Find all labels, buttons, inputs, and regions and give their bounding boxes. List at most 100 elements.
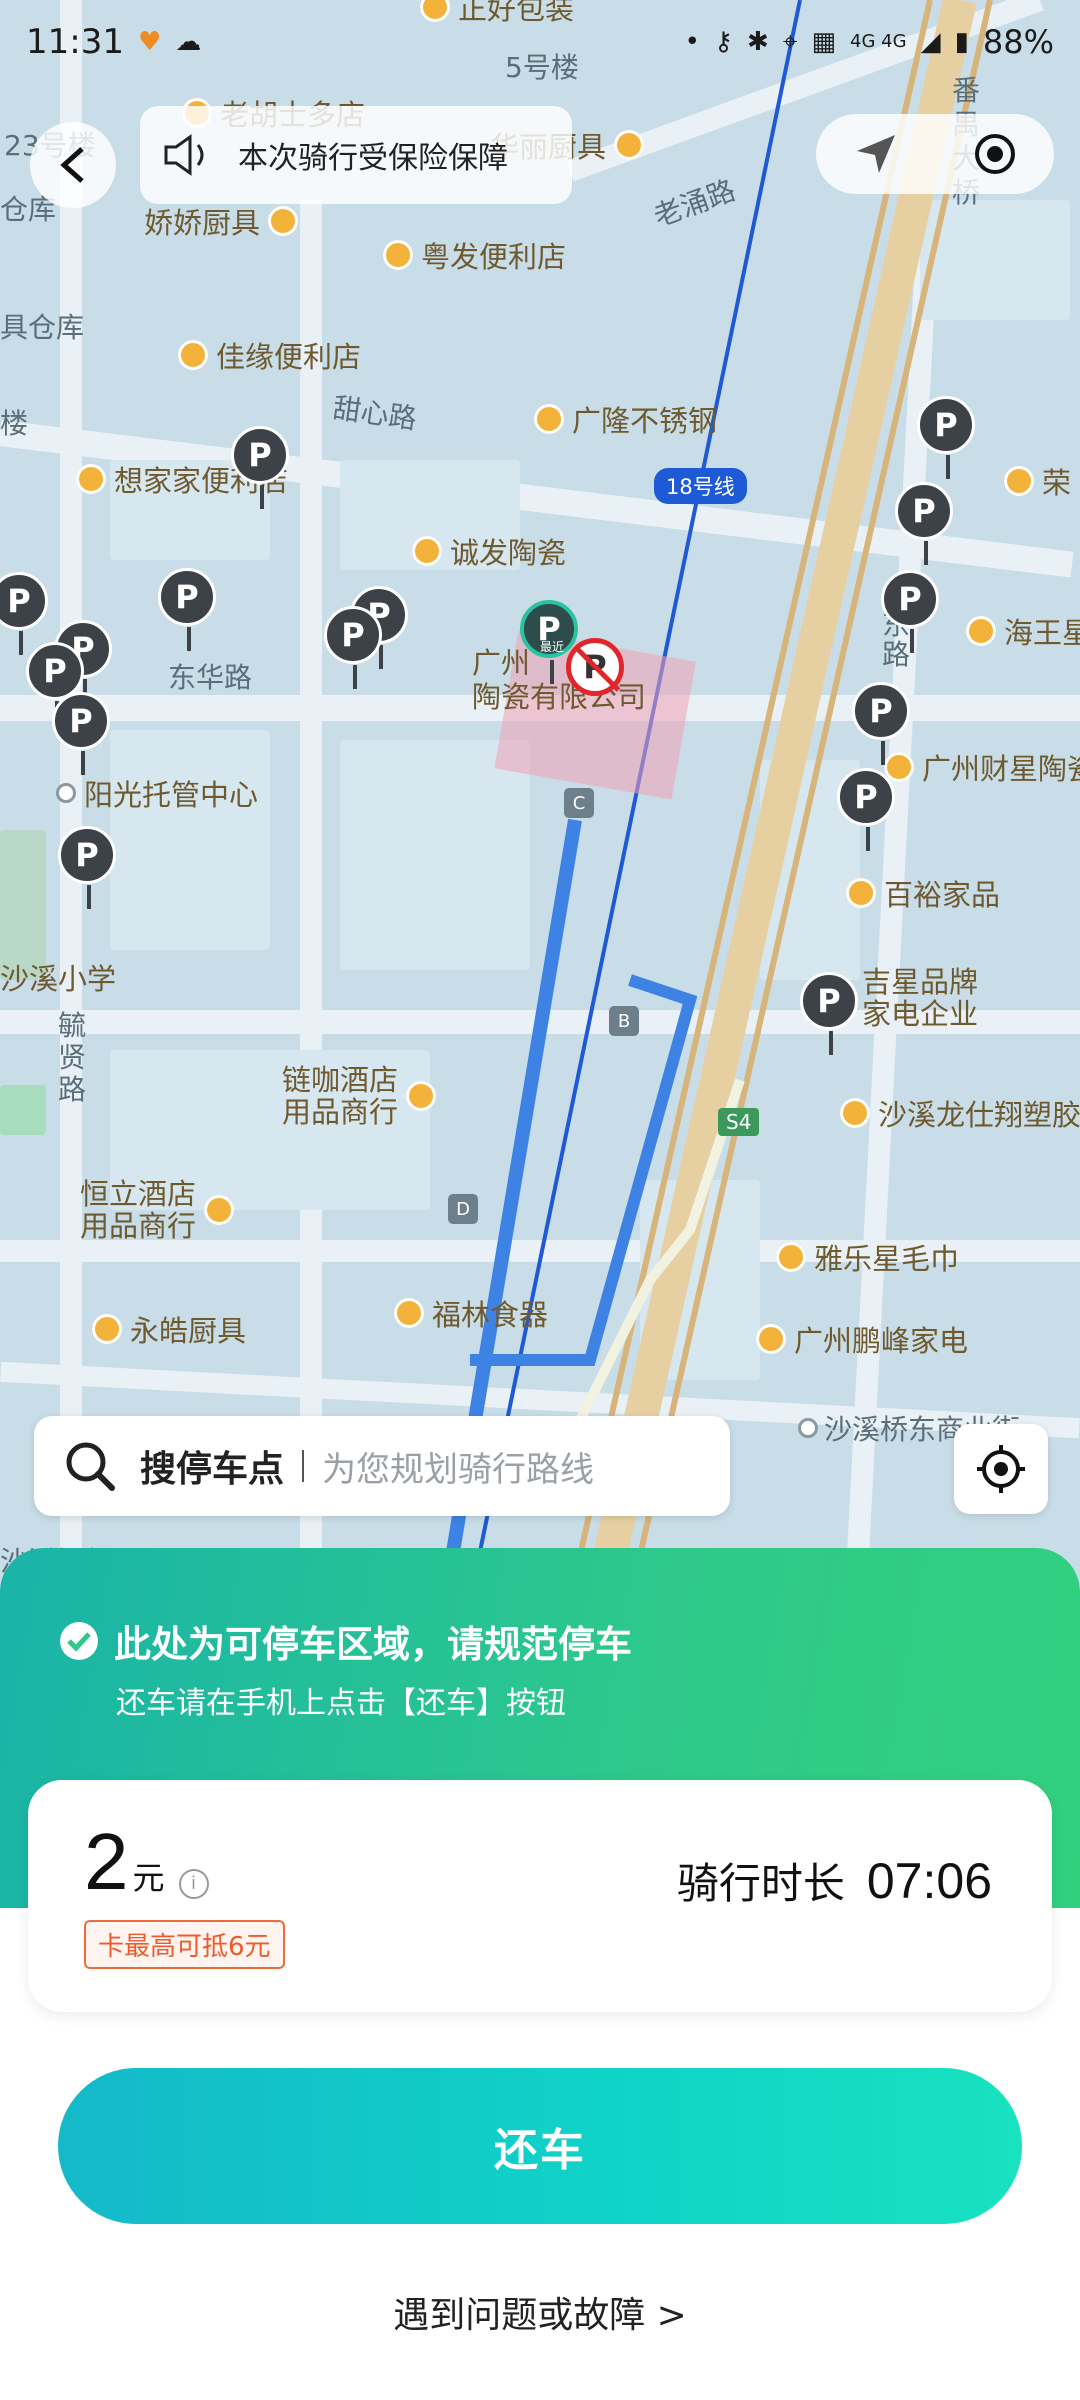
location-icon: ⌖: [782, 26, 798, 57]
poi-label: 诚发陶瓷: [450, 536, 567, 570]
return-panel: 此处为可停车区域，请规范停车 还车请在手机上点击【还车】按钮 2 元 i 卡最高…: [0, 1548, 1080, 2400]
poi-shaxi-school[interactable]: 沙溪小学: [0, 956, 116, 998]
parking-pin[interactable]: P: [58, 826, 116, 909]
poi-icon: [406, 1081, 437, 1111]
locate-me-button[interactable]: [954, 1424, 1048, 1514]
poi-label: 雅乐星毛巾: [814, 1242, 960, 1276]
label-s4: S4: [718, 1108, 760, 1136]
navigation-arrow-icon[interactable]: [853, 131, 899, 177]
label-donghua-road: 东华路: [168, 661, 253, 694]
expressway-edge: [627, 0, 993, 1600]
poi-label: 链咖酒店: [282, 1063, 399, 1097]
poi-guanglong[interactable]: 广隆不锈钢: [534, 398, 717, 440]
poi-fulin[interactable]: 福林食器: [394, 1292, 548, 1334]
poi-baiyu[interactable]: 百裕家品: [846, 872, 1000, 914]
poi-yangguang[interactable]: 阳光托管中心: [56, 772, 258, 814]
poi-label: 广州鹏峰家电: [794, 1324, 969, 1358]
parking-pin[interactable]: P: [837, 768, 895, 851]
signal-icon: ▦: [811, 27, 837, 57]
poi-icon: [884, 752, 914, 782]
status-time: 11:31: [26, 22, 124, 62]
poi-label: 广隆不锈钢: [572, 404, 718, 438]
coupon-badge[interactable]: 卡最高可抵6元: [84, 1920, 285, 1969]
poi-icon: [756, 1324, 786, 1354]
poi-haiwang[interactable]: 海王星: [966, 610, 1080, 652]
poi-caixing[interactable]: 广州财星陶瓷: [884, 746, 1080, 788]
expressway: [583, 0, 977, 1600]
insurance-banner[interactable]: 本次骑行受保险保障: [140, 106, 572, 204]
poi-jiaojiao[interactable]: 娇娇厨具: [144, 200, 299, 242]
network-type: 4G 4G: [850, 31, 907, 52]
ride-time-label: 骑行时长: [676, 1859, 845, 1908]
parking-pin[interactable]: P: [231, 426, 289, 509]
report-problem-link[interactable]: 遇到问题或故障 >: [0, 2286, 1080, 2338]
circle-icon: [798, 1418, 818, 1438]
poi-label: 阳光托管中心: [84, 778, 259, 812]
label-shunxian-road: 毓贤路: [58, 1009, 87, 1106]
nearest-parking-pin[interactable]: P 最近: [520, 600, 578, 684]
poi-label: 吉星品牌: [862, 965, 979, 999]
poi-label: 广州财星陶瓷: [922, 752, 1080, 786]
poi-pengfeng[interactable]: 广州鹏峰家电: [756, 1318, 968, 1360]
poi-hengli[interactable]: 恒立酒店 用品商行: [80, 1178, 235, 1242]
ride-info-card: 2 元 i 卡最高可抵6元 骑行时长 07:06: [28, 1780, 1052, 2012]
battery-percent: 88%: [982, 23, 1054, 61]
poi-label: 百裕家品: [884, 878, 1001, 912]
return-bike-button[interactable]: 还车: [58, 2068, 1022, 2224]
cloud-icon: ☁: [175, 27, 202, 57]
station-d: D: [448, 1194, 478, 1224]
parking-pin[interactable]: P: [881, 570, 939, 653]
dot-icon: •: [684, 27, 700, 57]
info-icon[interactable]: i: [178, 1868, 209, 1899]
poi-icon: [268, 206, 299, 236]
search-parking-bar[interactable]: 搜停车点 为您规划骑行路线: [34, 1416, 730, 1516]
parking-status: 此处为可停车区域，请规范停车: [58, 1614, 632, 1668]
poi-jiayuan[interactable]: 佳缘便利店: [178, 334, 361, 376]
status-bar: 11:31 ♥ ☁ • ⚷ ✱ ⌖ ▦ 4G 4G ◢ ▮ 88%: [0, 0, 1080, 84]
locate-target-icon[interactable]: [972, 131, 1018, 177]
station-b: B: [609, 1006, 639, 1036]
price-unit: 元: [132, 1859, 165, 1897]
poi-yale[interactable]: 雅乐星毛巾: [776, 1236, 959, 1278]
poi-yonghao[interactable]: 永皓厨具: [92, 1308, 246, 1350]
poi-label: 荣: [1042, 466, 1072, 500]
station-c: C: [564, 788, 594, 818]
parking-pin[interactable]: P: [917, 396, 975, 479]
poi-icon: [776, 1242, 806, 1272]
poi-label: 陶瓷有限公司: [472, 680, 647, 714]
nearest-tag: 最近: [540, 640, 565, 654]
poi-jixing[interactable]: 吉星品牌 家电企业: [862, 966, 978, 1030]
poi-label: 佳缘便利店: [216, 340, 362, 374]
parking-pin[interactable]: P: [26, 642, 84, 725]
map-tools: [816, 114, 1054, 194]
parking-pin[interactable]: P: [158, 568, 216, 651]
check-circle-icon: [60, 1622, 98, 1660]
search-divider: [302, 1450, 305, 1482]
poi-icon: [394, 1298, 424, 1328]
poi-label: 福林食器: [432, 1298, 549, 1332]
poi-icon: [92, 1314, 122, 1344]
parking-pin[interactable]: P: [52, 692, 110, 775]
shop-icon: [383, 240, 413, 270]
poi-icon: [840, 1098, 870, 1128]
poi-yuefa[interactable]: 粤发便利店: [383, 234, 566, 276]
shop-icon: [178, 340, 208, 370]
map-view[interactable]: 5号楼 23号楼 仓库 具仓库 楼 老涌路 甜心路 东华路 18号线 东路 番禺…: [0, 0, 1080, 1600]
back-button[interactable]: [30, 122, 116, 208]
poi-longshi[interactable]: 沙溪龙仕翔塑胶: [840, 1092, 1080, 1134]
parking-pin[interactable]: P: [895, 482, 953, 565]
poi-label: 用品商行: [282, 1095, 399, 1129]
poi-icon: [846, 878, 876, 908]
poi-label: 家电企业: [862, 997, 979, 1031]
parking-pin[interactable]: P: [800, 972, 858, 1055]
circle-icon: [56, 783, 76, 803]
poi-chengfa[interactable]: 诚发陶瓷: [412, 530, 566, 572]
parking-pin[interactable]: P: [852, 682, 910, 765]
poi-rong[interactable]: 荣: [1004, 460, 1071, 502]
parking-status-sub: 还车请在手机上点击【还车】按钮: [116, 1686, 566, 1721]
poi-lianka[interactable]: 链咖酒店 用品商行: [282, 1063, 437, 1129]
no-parking-pin[interactable]: P: [566, 638, 624, 696]
parking-pin[interactable]: P: [324, 606, 382, 689]
poi-label: 沙溪龙仕翔塑胶: [878, 1098, 1080, 1132]
app-notification-icon: ♥: [137, 27, 162, 57]
